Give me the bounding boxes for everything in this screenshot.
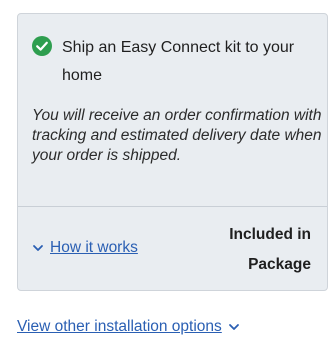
chevron-down-icon [33,245,43,251]
option-description: You will receive an order confirmation w… [32,107,322,164]
how-it-works-link[interactable]: How it works [32,239,138,257]
option-title: Ship an Easy Connect kit to your home [62,39,295,84]
chevron-down-icon [228,324,239,330]
card-divider [18,206,327,207]
included-in-package-label: Included in Package [229,226,311,273]
installation-option-card: Ship an Easy Connect kit to your home Yo… [17,13,328,291]
check-circle-icon [32,36,52,56]
how-it-works-label: How it works [50,239,138,256]
view-other-options-link[interactable]: View other installation options [17,318,240,336]
view-other-options-label: View other installation options [17,318,222,335]
